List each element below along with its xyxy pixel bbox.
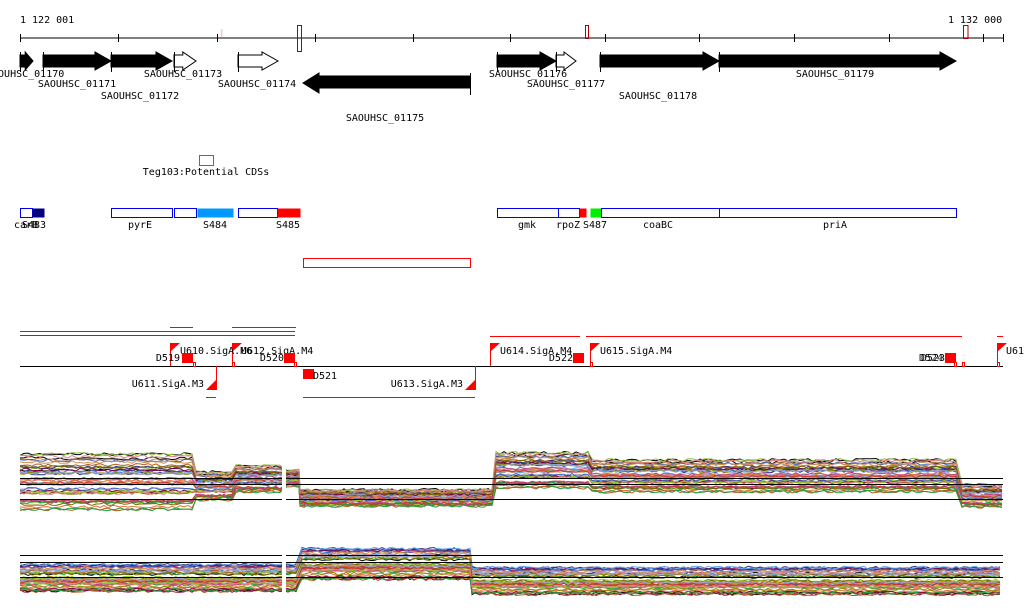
terminator-label: D524 — [919, 353, 943, 364]
track-gap — [282, 440, 286, 605]
annotation-box[interactable] — [579, 208, 587, 218]
site-marker — [590, 362, 593, 367]
annotation-box[interactable] — [601, 208, 720, 218]
tss-label: U61 — [1006, 346, 1024, 357]
terminator-label: D519 — [156, 353, 180, 364]
terminator-block[interactable] — [573, 353, 584, 363]
potential-cds-label: Teg103:Potential CDSs — [143, 167, 269, 178]
gene-label: SAOUHSC_01174 — [218, 79, 296, 90]
gene-arrow[interactable] — [302, 72, 471, 94]
tss-flag[interactable] — [590, 343, 600, 352]
terminator-block[interactable] — [945, 353, 956, 363]
gene-arrow[interactable] — [496, 51, 558, 71]
gene-arrow[interactable] — [718, 51, 958, 71]
annotation-box[interactable] — [20, 208, 33, 218]
ruler-start-label: 1 122 001 — [20, 15, 74, 26]
annotation-box[interactable] — [111, 208, 173, 218]
ruler-marker — [221, 29, 223, 37]
gene-arrow[interactable] — [173, 51, 197, 71]
terminator-block[interactable] — [182, 353, 193, 363]
expression-track — [19, 440, 1003, 605]
annotation-label: S485 — [276, 220, 300, 231]
site-marker — [193, 362, 196, 367]
site-marker — [294, 362, 297, 367]
gene-label: SAOUHSC_01173 — [144, 69, 222, 80]
gene-arrow[interactable] — [599, 51, 721, 71]
annotation-box[interactable] — [238, 208, 278, 218]
potential-cds-box[interactable] — [199, 155, 214, 166]
annotation-label: S487 — [583, 220, 607, 231]
annotation-box[interactable] — [719, 208, 957, 218]
tss-label: U611.SigA.M3 — [132, 379, 204, 390]
annotation-label: S483 — [22, 220, 46, 231]
annotation-box[interactable] — [174, 208, 197, 218]
gene-arrow[interactable] — [42, 51, 113, 71]
gene-arrow[interactable] — [555, 51, 577, 71]
annotation-box[interactable] — [590, 208, 602, 218]
site-marker — [997, 362, 1000, 367]
annotation-box[interactable] — [197, 208, 234, 218]
annotation-box[interactable] — [32, 208, 45, 218]
gene-arrow[interactable] — [110, 51, 174, 71]
tss-label: U615.SigA.M4 — [600, 346, 672, 357]
gene-label: SAOUHSC_01177 — [527, 79, 605, 90]
annotation-label: rpoZ — [556, 220, 580, 231]
gene-label: SAOUHSC_01179 — [796, 69, 874, 80]
tss-flag[interactable] — [465, 380, 475, 390]
terminator-block[interactable] — [284, 353, 295, 363]
ruler: 1 122 001 1 132 000 — [20, 15, 1004, 52]
annotation-label: S484 — [203, 220, 227, 231]
annotation-track: carBS483 pyrE S484 S485 gmk rpoZ S487 coaBC priA — [14, 208, 957, 231]
genome-browser: 1 122 001 1 132 000 SAOUHSC_01170SAOUHSC… — [0, 0, 1024, 611]
gene-track: SAOUHSC_01170SAOUHSC_01171SAOUHSC_01172S… — [0, 50, 958, 124]
annotation-label: gmk — [518, 220, 536, 231]
terminator-label: D521 — [313, 371, 337, 382]
site-marker — [962, 362, 965, 367]
ruler-marker[interactable] — [963, 25, 969, 39]
gene-arrow[interactable] — [19, 50, 34, 72]
site-marker — [954, 362, 957, 367]
genome-browser-canvas[interactable]: 1 122 001 1 132 000 SAOUHSC_01170SAOUHSC… — [0, 0, 1024, 611]
gene-arrow[interactable] — [237, 51, 280, 71]
expression-trace — [19, 546, 1001, 570]
tss-flag[interactable] — [490, 343, 500, 352]
gene-label: SAOUHSC_01175 — [346, 113, 424, 124]
terminator-label: D520 — [260, 353, 284, 364]
annotation-box[interactable] — [497, 208, 559, 218]
annotation-box[interactable] — [277, 208, 301, 218]
annotation-label: priA — [823, 220, 847, 231]
annotation-label: pyrE — [128, 220, 152, 231]
transcription-track: U610.SigA.M6U612.SigA.M4 U614.SigA.M4 U615… — [20, 327, 1024, 398]
tss-flag[interactable] — [206, 380, 216, 390]
gene-label: SAOUHSC_01172 — [101, 91, 179, 102]
annotation-label: coaBC — [643, 220, 673, 231]
gene-label: SAOUHSC_01171 — [38, 79, 116, 90]
annotation-box[interactable] — [558, 208, 580, 218]
terminator-label: D522 — [549, 353, 573, 364]
tss-flag[interactable] — [170, 343, 180, 352]
site-marker — [232, 362, 235, 367]
region-box[interactable] — [303, 258, 471, 268]
gene-label: SAOUHSC_01178 — [619, 91, 697, 102]
ruler-marker[interactable] — [585, 25, 589, 39]
ruler-end-label: 1 132 000 — [948, 15, 1002, 26]
tss-label: U613.SigA.M3 — [391, 379, 463, 390]
